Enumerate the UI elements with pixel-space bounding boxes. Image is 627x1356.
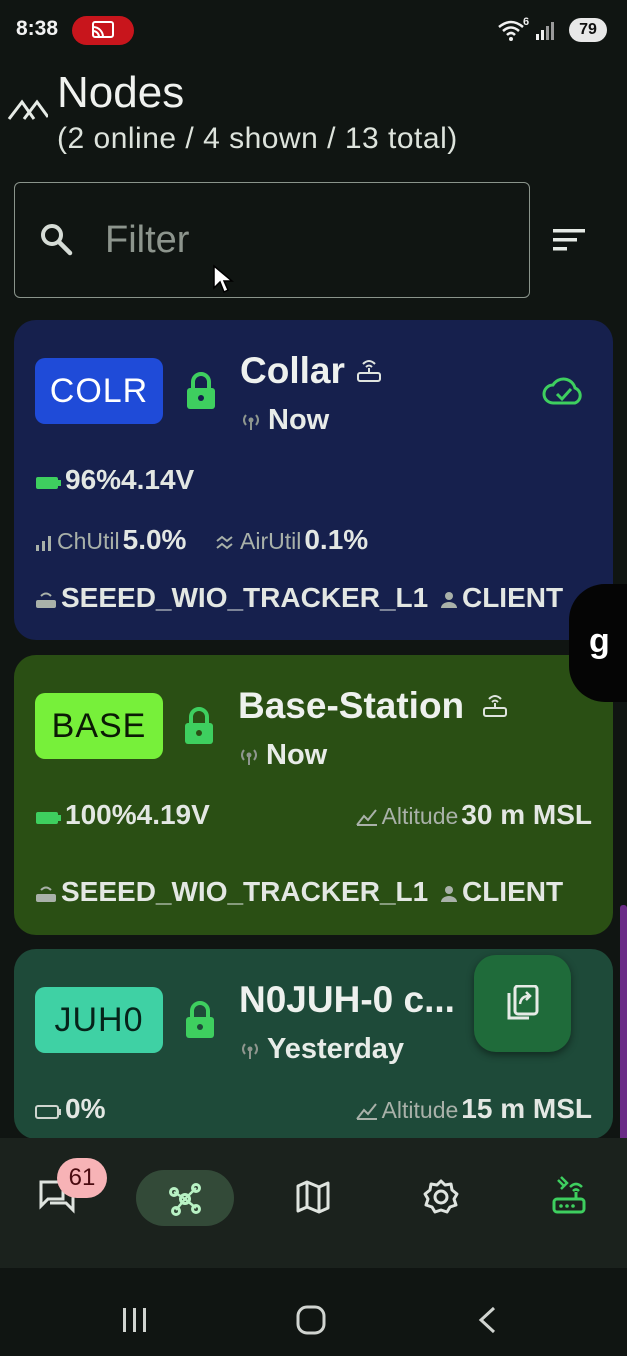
mouse-cursor-icon: [213, 264, 234, 294]
last-heard-value: Yesterday: [267, 1033, 405, 1065]
antenna-icon: [241, 749, 257, 765]
altitude-label: Altitude: [381, 803, 459, 829]
filter-field[interactable]: [14, 182, 530, 298]
recent-apps-icon[interactable]: [121, 1306, 149, 1334]
node-hardware-row: SEEED_WIO_TRACKER_L1 CLIENT: [35, 582, 563, 614]
node-hardware-row: SEEED_WIO_TRACKER_L1 CLIENT: [35, 876, 563, 908]
filter-input[interactable]: [105, 213, 505, 267]
node-last-heard: Yesterday: [239, 1033, 404, 1066]
sort-icon[interactable]: [552, 226, 586, 254]
airutil-label: AirUtil: [240, 528, 302, 554]
page-header: Nodes (2 online / 4 shown / 13 total): [0, 64, 627, 164]
chutil-label: ChUtil: [57, 528, 120, 554]
node-battery-row: 96%4.14V: [35, 464, 194, 496]
altitude-value: 15 m MSL: [461, 1093, 592, 1124]
battery-percent: 0%: [65, 1093, 106, 1124]
lock-icon: [185, 707, 213, 744]
node-altitude-row: Altitude 30 m MSL: [355, 799, 592, 831]
altitude-value: 30 m MSL: [461, 799, 592, 830]
wifi-band-label: 6: [523, 16, 530, 28]
system-navigation-bar: [0, 1268, 627, 1356]
router-role-icon: [483, 695, 507, 717]
chutil-value: 5.0%: [122, 524, 187, 555]
router-role-icon: [357, 360, 381, 382]
wifi-icon: [498, 20, 524, 41]
assistant-side-bubble[interactable]: g: [569, 584, 627, 702]
battery-percent: 100%: [65, 799, 137, 830]
status-bar: 8:38 6 79: [0, 0, 627, 60]
battery-voltage: 4.14V: [121, 464, 195, 495]
nodes-icon: [169, 1183, 201, 1216]
search-icon: [41, 224, 73, 256]
node-battery-row: 100%4.19V: [35, 799, 210, 831]
nav-map[interactable]: [264, 1164, 362, 1230]
node-short-name-badge: JUH0: [35, 987, 163, 1053]
hardware-model: SEEED_WIO_TRACKER_L1: [61, 876, 429, 907]
share-node-fab[interactable]: [474, 955, 571, 1052]
screen-cast-indicator: [72, 16, 134, 45]
battery-voltage: 4.19V: [136, 799, 210, 830]
node-count-summary: (2 online / 4 shown / 13 total): [57, 122, 458, 155]
signal-icon: [536, 22, 554, 40]
nav-connections[interactable]: [520, 1162, 618, 1228]
person-icon: [440, 592, 457, 608]
messages-unread-badge: 61: [57, 1158, 107, 1198]
airutil-value: 0.1%: [304, 524, 369, 555]
lock-icon: [186, 1001, 214, 1038]
node-channel-util-row: ChUtil 5.0% AirUtil 0.1%: [35, 524, 368, 556]
collapse-icon[interactable]: [6, 92, 48, 122]
altitude-icon: [355, 809, 377, 826]
node-altitude-row: Altitude 15 m MSL: [355, 1093, 592, 1125]
assistant-bubble-label: g: [589, 622, 610, 660]
map-icon: [296, 1180, 330, 1214]
hardware-icon: [36, 592, 56, 608]
cast-icon: [92, 21, 114, 38]
signal-bars-icon: [36, 536, 51, 551]
back-icon[interactable]: [476, 1305, 498, 1335]
lock-icon: [187, 372, 215, 409]
node-short-name-badge: BASE: [35, 693, 163, 759]
nav-nodes[interactable]: [136, 1166, 234, 1232]
battery-icon: [36, 477, 61, 489]
edge-panel-handle[interactable]: [620, 905, 627, 1145]
last-heard-value: Now: [266, 739, 328, 771]
cloud-synced-icon: [542, 377, 582, 405]
settings-icon: [423, 1179, 459, 1214]
air-util-icon: [216, 535, 233, 550]
node-battery-row: 0%: [35, 1093, 105, 1125]
last-heard-value: Now: [268, 404, 330, 436]
node-role: CLIENT: [461, 876, 564, 907]
altitude-icon: [355, 1103, 377, 1120]
antenna-icon: [242, 1043, 258, 1059]
node-card-base-station[interactable]: BASE Base-Station Now 100%4.19V Altitude…: [14, 655, 613, 935]
page-title: Nodes: [57, 68, 185, 117]
node-card-collar[interactable]: COLR Collar Now 96%4.14V ChUtil 5.0% AirU…: [14, 320, 613, 640]
battery-empty-icon: [35, 1105, 61, 1119]
node-last-heard: Now: [240, 404, 329, 437]
battery-level: 79: [569, 18, 607, 42]
nav-settings[interactable]: [392, 1164, 490, 1230]
node-long-name: Collar: [240, 350, 345, 391]
node-last-heard: Now: [238, 739, 327, 772]
bottom-navigation: 61: [0, 1138, 627, 1268]
node-short-name-badge: COLR: [35, 358, 163, 424]
status-time: 8:38: [16, 17, 59, 40]
hardware-model: SEEED_WIO_TRACKER_L1: [61, 582, 429, 613]
home-icon[interactable]: [295, 1304, 327, 1336]
hardware-icon: [36, 886, 56, 902]
node-long-name: N0JUH-0 c...: [239, 979, 455, 1020]
altitude-label: Altitude: [381, 1097, 459, 1123]
node-role: CLIENT: [461, 582, 564, 613]
battery-percent: 96%: [65, 464, 122, 495]
node-long-name: Base-Station: [238, 685, 465, 726]
battery-icon: [36, 812, 61, 824]
person-icon: [440, 886, 457, 902]
share-icon: [507, 985, 539, 1020]
status-icons: 6 79: [497, 16, 607, 46]
antenna-icon: [243, 414, 259, 430]
connection-icon: [552, 1176, 586, 1214]
